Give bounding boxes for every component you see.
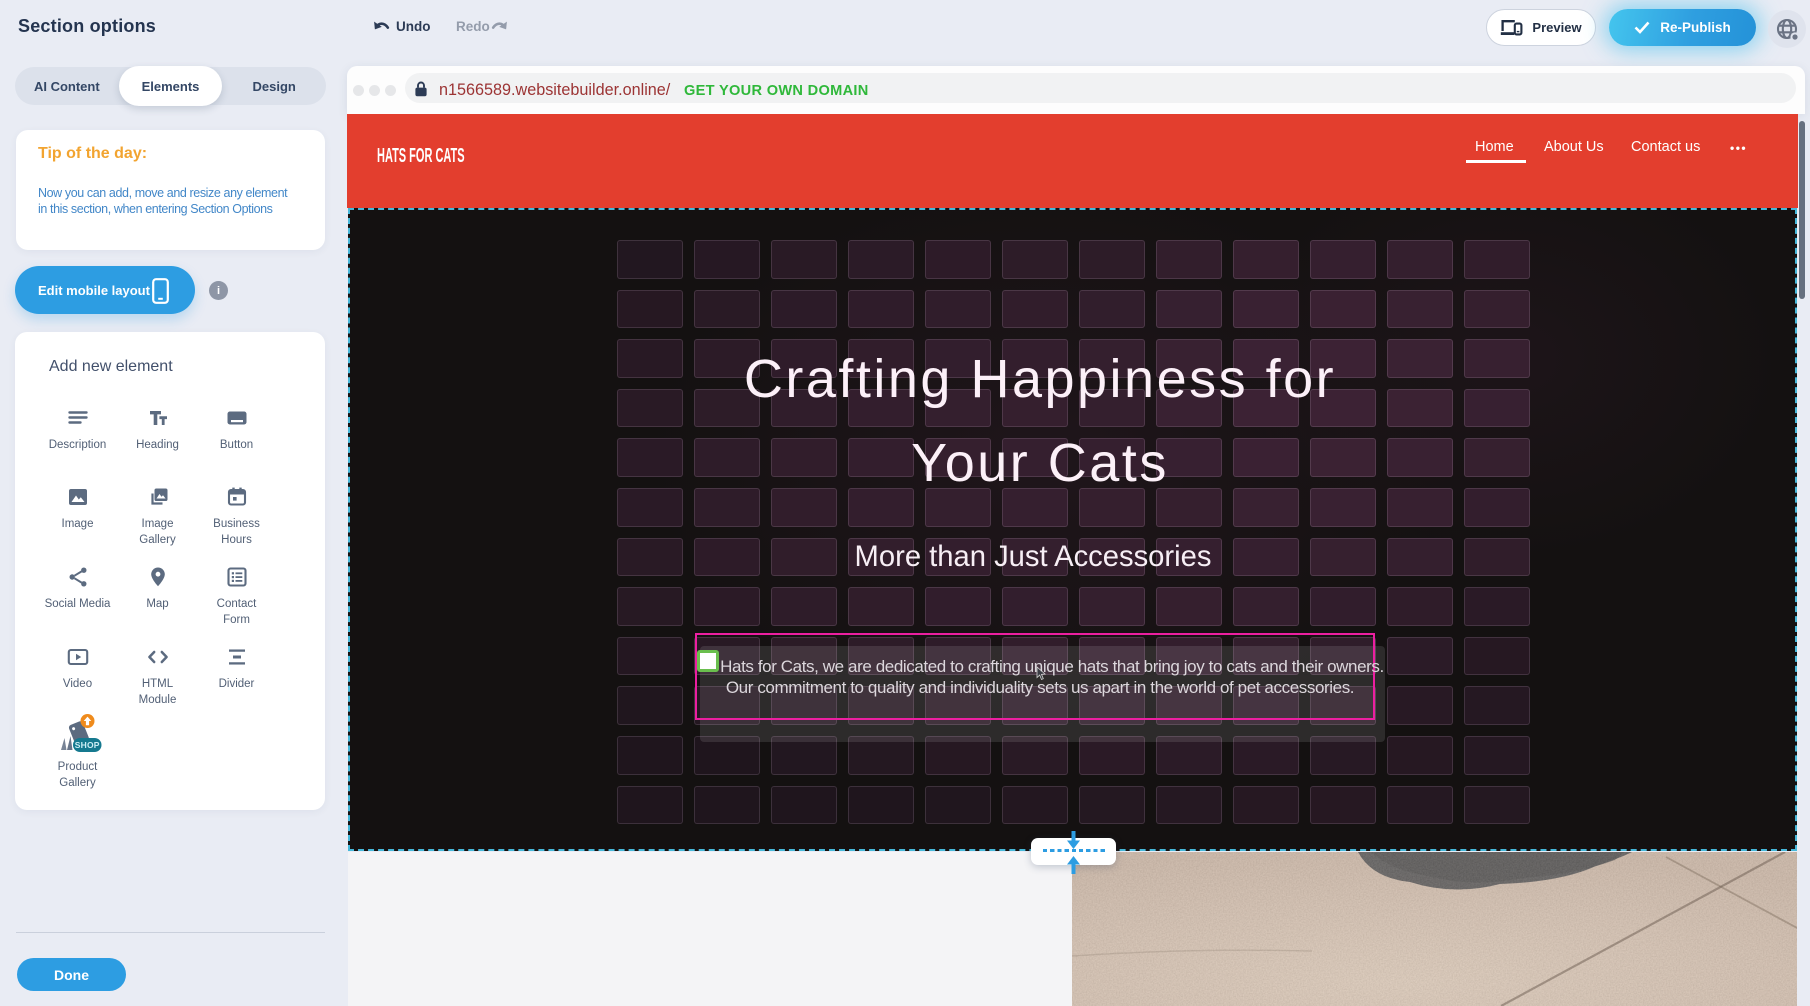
svg-text:SHOP: SHOP (75, 740, 100, 750)
